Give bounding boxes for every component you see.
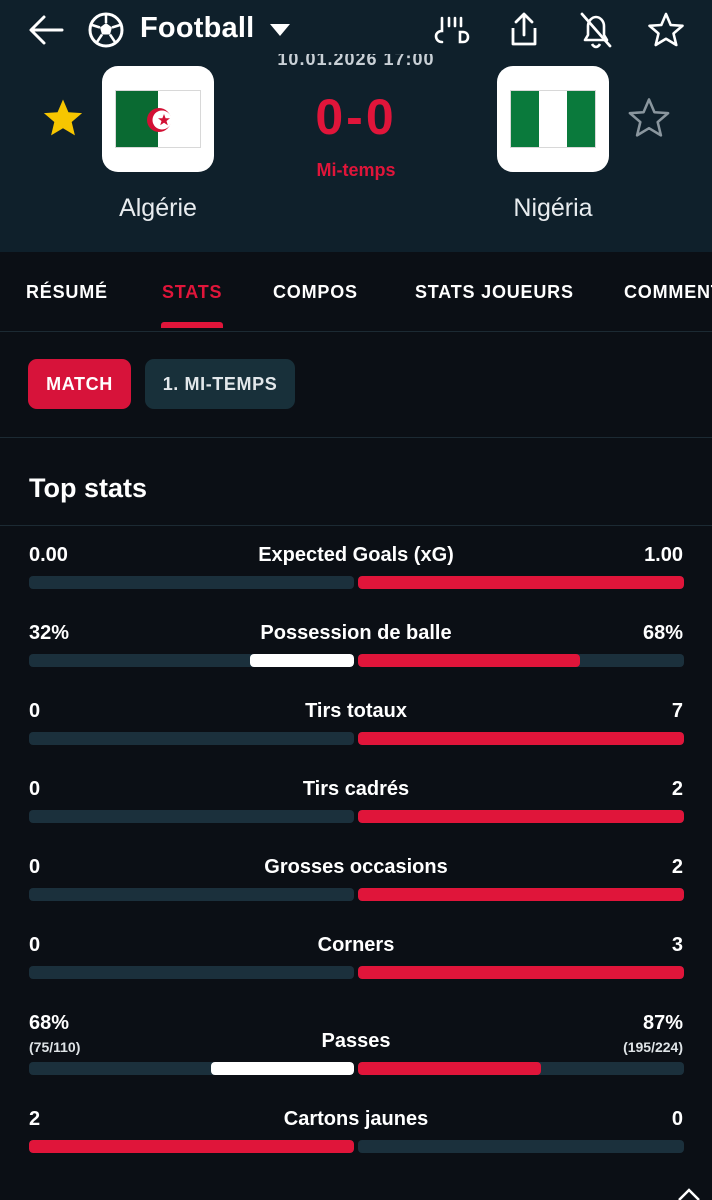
stat-home-value: 0: [29, 934, 41, 956]
stat-home-value: 32%: [29, 622, 70, 644]
section-divider: [0, 437, 712, 438]
stat-label: Tirs cadrés: [302, 778, 410, 800]
away-team-badge[interactable]: [497, 66, 609, 172]
away-favorite-star-icon[interactable]: [627, 96, 671, 140]
away-stat-bar-fill: [358, 888, 684, 901]
away-stat-bar-track: [358, 1140, 684, 1153]
stat-row: 68% Passes 87% (75/110) (195/224): [0, 1012, 712, 1082]
algeria-flag-icon: [115, 90, 201, 148]
stat-label: Tirs totaux: [305, 700, 407, 722]
share-icon[interactable]: [502, 8, 546, 52]
filter-match-chip[interactable]: MATCH: [28, 359, 131, 409]
stat-away-value: 1.00: [644, 544, 683, 566]
tab-commentaires[interactable]: COMMENTAIRES: [624, 282, 712, 303]
sport-title[interactable]: Football: [140, 12, 254, 45]
away-stat-bar-fill: [358, 1062, 541, 1075]
home-stat-bar-track: [29, 654, 354, 667]
away-stat-bar-fill: [358, 810, 684, 823]
stat-away-value: 68%: [642, 622, 683, 644]
football-icon[interactable]: [84, 8, 128, 52]
home-stat-bar-track: [29, 1062, 354, 1075]
match-score: 0-0: [315, 89, 397, 145]
stat-home-value: 0: [29, 700, 41, 722]
stat-label: Grosses occasions: [264, 856, 448, 878]
stat-away-value: 2: [671, 856, 683, 878]
match-status: Mi-temps: [316, 160, 396, 180]
nigeria-flag-icon: [510, 90, 596, 148]
tab-compos[interactable]: COMPOS: [273, 282, 358, 303]
filter-first-half-chip[interactable]: 1. MI-TEMPS: [145, 359, 295, 409]
home-stat-bar-track: [29, 966, 354, 979]
home-stat-bar-fill: [29, 1140, 354, 1153]
top-stats-title: Top stats: [29, 473, 148, 503]
section-divider: [0, 525, 712, 526]
stat-home-detail: (75/110): [29, 1039, 81, 1055]
stat-away-value: 87%: [642, 1012, 683, 1034]
top-toolbar: Football: [0, 0, 712, 62]
stat-home-value: 0: [29, 778, 41, 800]
stat-label: Possession de balle: [260, 622, 452, 644]
stat-label: Corners: [317, 934, 395, 956]
away-stat-bar-track: [358, 888, 684, 901]
away-stat-bar-fill: [358, 966, 684, 979]
home-team-badge[interactable]: [102, 66, 214, 172]
expand-chevron-icon[interactable]: [676, 1188, 702, 1200]
home-stat-bar-track: [29, 810, 354, 823]
home-stat-bar-track: [29, 732, 354, 745]
match-header: Football 10.01.2026 17:00 Algérie 0-0 Mi…: [0, 0, 712, 252]
away-stat-bar-track: [358, 576, 684, 589]
home-stat-bar-track: [29, 888, 354, 901]
home-stat-bar-fill: [211, 1062, 354, 1075]
away-stat-bar-track: [358, 654, 684, 667]
tab-stats[interactable]: STATS: [162, 282, 222, 303]
notification-off-icon[interactable]: [574, 8, 618, 52]
home-stat-bar-track: [29, 1140, 354, 1153]
match-date: 10.01.2026 17:00: [277, 54, 435, 68]
stat-home-value: 0: [29, 856, 41, 878]
home-team-name[interactable]: Algérie: [58, 194, 258, 223]
stat-row: 0.00 Expected Goals (xG) 1.00: [0, 544, 712, 614]
away-stat-bar-fill: [358, 576, 684, 589]
stat-label: Passes: [321, 1030, 391, 1052]
stat-label: Expected Goals (xG): [258, 544, 454, 566]
stat-row: 0 Tirs totaux 7: [0, 700, 712, 770]
favorite-star-icon[interactable]: [644, 8, 688, 52]
away-stat-bar-fill: [358, 654, 580, 667]
stat-away-value: 3: [671, 934, 683, 956]
away-stat-bar-track: [358, 966, 684, 979]
stat-row: 0 Grosses occasions 2: [0, 856, 712, 926]
home-stat-bar-fill: [250, 654, 354, 667]
active-tab-indicator: [161, 322, 223, 328]
stat-away-value: 2: [671, 778, 683, 800]
stat-home-value: 68%: [29, 1012, 70, 1034]
lineup-icon[interactable]: [430, 8, 474, 52]
match-tabs: RÉSUMÉ STATS COMPOS STATS JOUEURS COMMEN…: [0, 252, 712, 332]
tab-stats-joueurs[interactable]: STATS JOUEURS: [415, 282, 574, 303]
stat-home-value: 0.00: [29, 544, 68, 566]
stat-row: 32% Possession de balle 68%: [0, 622, 712, 692]
stat-away-value: 7: [671, 700, 683, 722]
tab-resume[interactable]: RÉSUMÉ: [26, 282, 108, 303]
away-stat-bar-track: [358, 1062, 684, 1075]
dropdown-chevron-icon[interactable]: [258, 8, 302, 52]
back-arrow-icon[interactable]: [24, 8, 68, 52]
away-stat-bar-track: [358, 810, 684, 823]
stat-row: 0 Corners 3: [0, 934, 712, 1004]
home-stat-bar-track: [29, 576, 354, 589]
stat-away-value: 0: [671, 1108, 683, 1130]
stat-home-value: 2: [29, 1108, 41, 1130]
away-stat-bar-track: [358, 732, 684, 745]
home-favorite-star-icon[interactable]: [41, 96, 85, 140]
stat-away-detail: (195/224): [623, 1039, 683, 1055]
stat-row: 0 Tirs cadrés 2: [0, 778, 712, 848]
stat-label: Cartons jaunes: [283, 1108, 429, 1130]
stat-row: 2 Cartons jaunes 0: [0, 1108, 712, 1178]
away-team-name[interactable]: Nigéria: [453, 194, 653, 223]
away-stat-bar-fill: [358, 732, 684, 745]
